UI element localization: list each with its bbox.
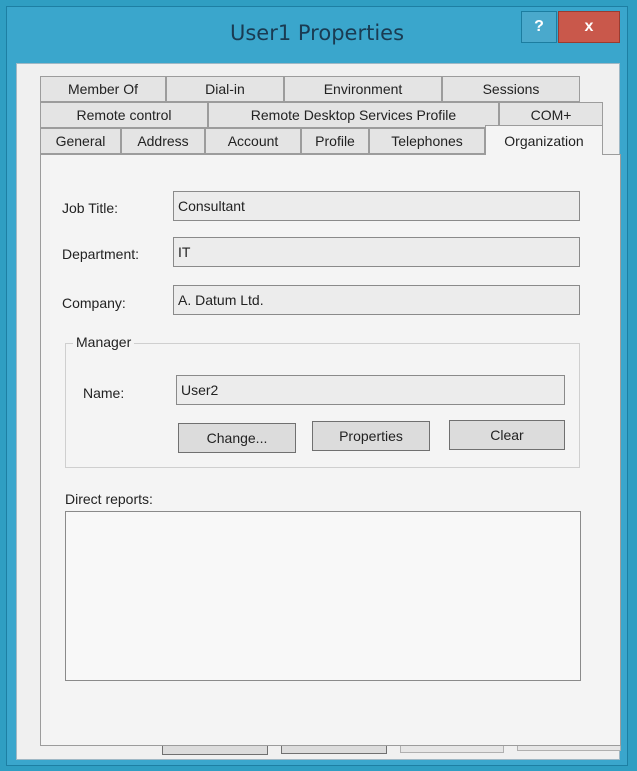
tab-general[interactable]: General	[40, 128, 121, 154]
department-field[interactable]: IT	[173, 237, 580, 267]
title-bar[interactable]: User1 Properties ? x	[7, 7, 627, 63]
change-button[interactable]: Change...	[178, 423, 296, 453]
title-help-button[interactable]: ?	[521, 11, 557, 43]
company-field[interactable]: A. Datum Ltd.	[173, 285, 580, 315]
close-icon: x	[584, 18, 594, 35]
tab-account[interactable]: Account	[205, 128, 301, 154]
tab-telephones[interactable]: Telephones	[369, 128, 485, 154]
tab-member-of[interactable]: Member Of	[40, 76, 166, 102]
clear-button[interactable]: Clear	[449, 420, 565, 450]
organization-panel: Job Title: Consultant Department: IT Com…	[40, 154, 621, 746]
tab-remote-desktop-services-profile[interactable]: Remote Desktop Services Profile	[208, 102, 499, 128]
tab-address[interactable]: Address	[121, 128, 205, 154]
manager-group: Manager Name: User2 Change... Properties…	[65, 334, 580, 468]
job-title-field[interactable]: Consultant	[173, 191, 580, 221]
job-title-label: Job Title:	[62, 200, 119, 216]
tab-organization[interactable]: Organization	[485, 125, 603, 155]
question-mark-icon: ?	[534, 18, 544, 35]
direct-reports-list[interactable]	[65, 511, 581, 681]
tab-remote-control[interactable]: Remote control	[40, 102, 208, 128]
tab-environment[interactable]: Environment	[284, 76, 442, 102]
close-button[interactable]: x	[558, 11, 620, 43]
manager-name-label: Name:	[83, 385, 125, 401]
tab-sessions[interactable]: Sessions	[442, 76, 580, 102]
properties-dialog: User1 Properties ? x Member Of Dial-in E…	[6, 6, 628, 766]
department-label: Department:	[62, 246, 140, 262]
dialog-client-area: Member Of Dial-in Environment Sessions R…	[16, 63, 621, 760]
tab-profile[interactable]: Profile	[301, 128, 369, 154]
company-label: Company:	[62, 295, 126, 311]
direct-reports-label: Direct reports:	[65, 491, 153, 507]
manager-group-label: Manager	[73, 334, 135, 350]
manager-name-field[interactable]: User2	[176, 375, 565, 405]
properties-button[interactable]: Properties	[312, 421, 430, 451]
tab-dial-in[interactable]: Dial-in	[166, 76, 284, 102]
